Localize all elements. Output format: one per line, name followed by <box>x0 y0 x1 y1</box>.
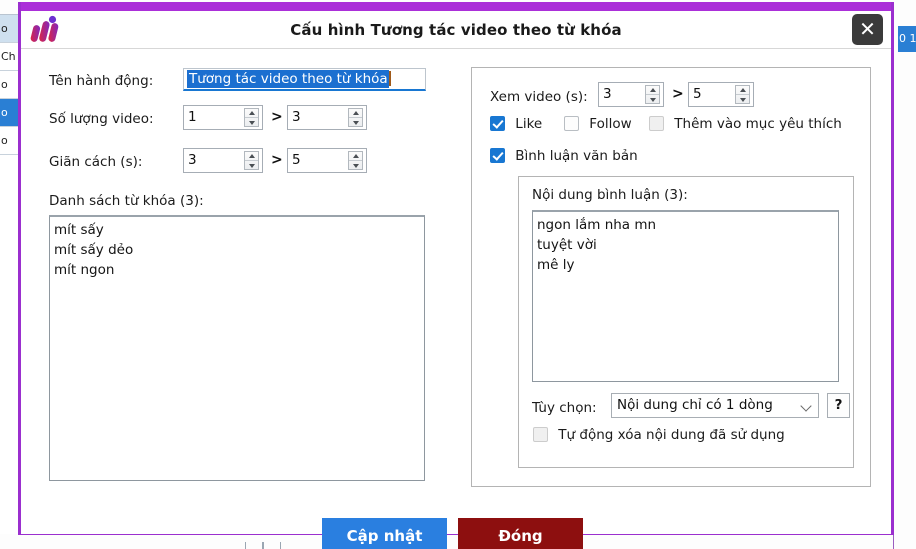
comment-groupbox: Nội dung bình luận (3): ngon lắm nha mn … <box>518 176 854 468</box>
favorite-checkbox-row[interactable]: Thêm vào mục yêu thích <box>649 116 842 132</box>
watch-label: Xem video (s): <box>490 89 588 105</box>
gap-separator: > <box>271 152 283 168</box>
gap-max-value: 5 <box>292 149 301 172</box>
stepper-up-icon[interactable] <box>736 86 749 95</box>
autodelete-checkbox-row[interactable]: Tự động xóa nội dung đã sử dụng <box>533 427 785 443</box>
background-bottom-cells <box>245 538 285 549</box>
comment-checkbox-row[interactable]: Bình luận văn bản <box>490 148 638 164</box>
background-cell-right: 0 1 <box>898 26 916 52</box>
list-item[interactable]: ngon lắm nha mn <box>537 215 834 235</box>
keywords-label: Danh sách từ khóa (3): <box>49 193 204 209</box>
watch-min-stepper[interactable]: 3 <box>598 82 664 107</box>
stepper-up-icon[interactable] <box>646 86 659 95</box>
favorite-label: Thêm vào mục yêu thích <box>674 116 842 132</box>
action-name-label: Tên hành động: <box>49 73 153 89</box>
favorite-checkbox[interactable] <box>649 116 664 131</box>
list-item[interactable]: mít sấy dẻo <box>54 240 420 260</box>
stepper-up-icon[interactable] <box>245 152 258 161</box>
keywords-listbox[interactable]: mít sấy mít sấy dẻo mít ngon <box>49 215 425 481</box>
follow-checkbox-row[interactable]: Follow <box>564 116 632 132</box>
like-checkbox[interactable] <box>490 116 505 131</box>
stepper-down-icon[interactable] <box>736 95 749 104</box>
stepper-arrows[interactable] <box>348 151 363 170</box>
background-bottom-cell <box>263 542 281 549</box>
stepper-up-icon[interactable] <box>245 109 258 118</box>
video-count-max-value: 3 <box>292 106 301 129</box>
like-label: Like <box>515 116 542 132</box>
video-count-max-stepper[interactable]: 3 <box>287 105 367 130</box>
like-checkbox-row[interactable]: Like <box>490 116 542 132</box>
list-item[interactable]: tuyệt vời <box>537 235 834 255</box>
comment-label: Bình luận văn bản <box>515 148 637 164</box>
option-value: Nội dung chỉ có 1 dòng <box>617 394 773 417</box>
option-select[interactable]: Nội dung chỉ có 1 dòng <box>611 393 819 418</box>
stepper-arrows[interactable] <box>244 151 259 170</box>
stepper-down-icon[interactable] <box>245 118 258 127</box>
follow-checkbox[interactable] <box>564 116 579 131</box>
gap-min-stepper[interactable]: 3 <box>183 148 263 173</box>
list-item[interactable]: mít ngon <box>54 260 420 280</box>
background-bottom-cell <box>245 542 263 549</box>
action-name-value: Tương tác video theo từ khóa <box>187 70 389 88</box>
help-button[interactable]: ? <box>827 393 850 418</box>
config-dialog: Cấu hình Tương tác video theo từ khóa ✕ … <box>18 2 894 535</box>
video-count-min-stepper[interactable]: 1 <box>183 105 263 130</box>
close-icon[interactable]: ✕ <box>852 14 883 45</box>
chevron-down-icon[interactable] <box>802 402 811 408</box>
gap-min-value: 3 <box>188 149 197 172</box>
stepper-down-icon[interactable] <box>349 161 362 170</box>
gap-max-stepper[interactable]: 5 <box>287 148 367 173</box>
text-caret <box>389 71 391 86</box>
list-item[interactable]: mít sấy <box>54 220 420 240</box>
watch-min-value: 3 <box>603 83 612 106</box>
autodelete-label: Tự động xóa nội dung đã sử dụng <box>558 427 784 443</box>
dialog-title: Cấu hình Tương tác video theo từ khóa <box>21 11 891 49</box>
comment-content-label: Nội dung bình luận (3): <box>532 187 688 203</box>
list-item[interactable]: mê ly <box>537 255 834 275</box>
video-count-label: Số lượng video: <box>49 111 154 127</box>
interaction-groupbox: Xem video (s): 3 > 5 Like Follow <box>471 67 871 487</box>
stepper-arrows[interactable] <box>244 108 259 127</box>
title-accent-bar <box>21 2 891 11</box>
screen: o Ch o o o 0 1 <box>0 0 916 549</box>
close-button[interactable]: Đóng <box>458 518 583 549</box>
stepper-down-icon[interactable] <box>646 95 659 104</box>
follow-label: Follow <box>589 116 631 132</box>
watch-max-stepper[interactable]: 5 <box>688 82 754 107</box>
stepper-arrows[interactable] <box>645 85 660 104</box>
stepper-arrows[interactable] <box>348 108 363 127</box>
watch-separator: > <box>672 86 684 102</box>
stepper-up-icon[interactable] <box>349 152 362 161</box>
watch-max-value: 5 <box>693 83 702 106</box>
stepper-down-icon[interactable] <box>245 161 258 170</box>
dialog-body: Tên hành động: Tương tác video theo từ k… <box>21 49 891 534</box>
dialog-titlebar: Cấu hình Tương tác video theo từ khóa ✕ <box>21 11 891 49</box>
comment-checkbox[interactable] <box>490 148 505 163</box>
update-button[interactable]: Cập nhật <box>322 518 447 549</box>
video-count-separator: > <box>271 109 283 125</box>
autodelete-checkbox[interactable] <box>533 427 548 442</box>
stepper-arrows[interactable] <box>735 85 750 104</box>
stepper-down-icon[interactable] <box>349 118 362 127</box>
stepper-up-icon[interactable] <box>349 109 362 118</box>
option-label: Tùy chọn: <box>532 400 597 416</box>
comments-listbox[interactable]: ngon lắm nha mn tuyệt vời mê ly <box>532 210 839 382</box>
action-name-input[interactable]: Tương tác video theo từ khóa <box>183 68 426 91</box>
gap-label: Giãn cách (s): <box>49 154 142 170</box>
video-count-min-value: 1 <box>188 106 197 129</box>
